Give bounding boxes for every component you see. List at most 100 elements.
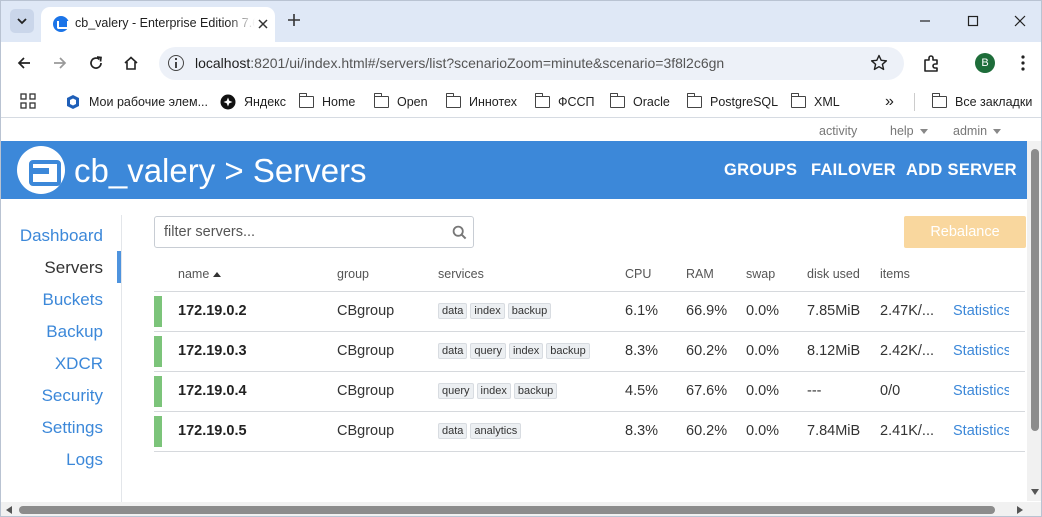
maximize-button[interactable] (958, 9, 988, 33)
extensions-puzzle-icon[interactable] (920, 52, 942, 74)
breadcrumb-separator: > (224, 152, 244, 189)
table-row[interactable]: 172.19.0.2 CBgroup data index backup 6.1… (154, 292, 1025, 332)
service-badge: analytics (470, 423, 522, 439)
folder-icon (931, 93, 947, 108)
horizontal-scrollbar-thumb[interactable] (19, 506, 995, 514)
bookmark-workspace[interactable]: Мои рабочие элем... (65, 93, 208, 111)
sidebar-item-settings[interactable]: Settings (42, 418, 103, 438)
tab-search-button[interactable] (10, 9, 34, 33)
table-row[interactable]: 172.19.0.5 CBgroup data analytics 8.3% 6… (154, 412, 1025, 452)
statistics-link[interactable]: Statistics (953, 423, 1009, 439)
bookmark-folder-postgresql[interactable]: PostgreSQL (686, 93, 778, 111)
back-button[interactable] (13, 52, 35, 74)
column-header-group[interactable]: group (337, 267, 369, 281)
sidebar-item-servers[interactable]: Servers (44, 258, 103, 278)
server-host[interactable]: 172.19.0.5 (178, 423, 247, 439)
service-badge: index (508, 343, 544, 359)
server-host[interactable]: 172.19.0.2 (178, 303, 247, 319)
scroll-down-arrow-icon[interactable] (1031, 489, 1039, 495)
help-menu[interactable]: help (890, 124, 928, 138)
table-row[interactable]: 172.19.0.4 CBgroup query index backup 4.… (154, 372, 1025, 412)
browser-tab-active[interactable]: cb_valery - Enterprise Edition 7.6.1 (41, 7, 275, 42)
statistics-link[interactable]: Statistics (953, 303, 1009, 319)
column-header-ram[interactable]: RAM (686, 267, 714, 281)
bookmarks-divider (914, 93, 915, 111)
cluster-name[interactable]: cb_valery (74, 152, 215, 189)
yandex-icon (220, 94, 236, 110)
page-name: Servers (252, 152, 367, 189)
close-window-icon (1014, 15, 1026, 27)
statistics-link[interactable]: Statistics (953, 383, 1009, 399)
items-value: 2.42K/... (880, 343, 935, 359)
items-value: 0/0 (880, 383, 901, 399)
services-list: query index backup (438, 383, 558, 399)
admin-menu[interactable]: admin (953, 124, 1002, 138)
vertical-scrollbar-thumb[interactable] (1031, 149, 1039, 431)
table-row[interactable]: 172.19.0.3 CBgroup data query index back… (154, 332, 1025, 372)
scroll-left-arrow-icon[interactable] (6, 506, 12, 514)
site-info-icon[interactable] (168, 55, 184, 71)
horizontal-scrollbar[interactable] (1, 502, 1041, 516)
statistics-link[interactable]: Statistics (953, 343, 1009, 359)
sidebar-item-backup[interactable]: Backup (46, 322, 103, 342)
bookmark-star-icon[interactable] (870, 54, 888, 72)
column-header-services[interactable]: services (438, 267, 484, 281)
filter-servers-input[interactable]: filter servers... (154, 216, 474, 248)
column-header-swap[interactable]: swap (746, 267, 775, 281)
search-icon (452, 225, 467, 240)
profile-avatar[interactable]: B (975, 53, 995, 73)
bookmark-folder-xml[interactable]: XML (790, 93, 840, 111)
minimize-button[interactable] (910, 9, 940, 33)
close-window-button[interactable] (1005, 9, 1035, 33)
address-bar[interactable]: localhost:8201/ui/index.html#/servers/li… (159, 47, 904, 80)
add-server-link[interactable]: ADD SERVER (906, 161, 1017, 180)
arrow-right-icon (54, 57, 67, 69)
activity-link[interactable]: activity (819, 124, 857, 138)
forward-button[interactable] (49, 52, 71, 74)
vertical-scrollbar[interactable] (1027, 141, 1041, 501)
home-button[interactable] (120, 52, 142, 74)
scroll-right-arrow-icon[interactable] (1017, 506, 1023, 514)
sidebar-item-dashboard[interactable]: Dashboard (20, 226, 103, 246)
server-group: CBgroup (337, 423, 395, 439)
sidebar-item-logs[interactable]: Logs (66, 450, 103, 470)
bookmark-folder-oracle[interactable]: Oracle (609, 93, 670, 111)
arrow-left-icon (17, 57, 30, 69)
bookmark-folder-open[interactable]: Open (373, 93, 428, 111)
swap-value: 0.0% (746, 383, 780, 399)
bookmark-all-bookmarks[interactable]: Все закладки (931, 93, 1032, 111)
server-group: CBgroup (337, 383, 395, 399)
couchbase-logo-icon[interactable] (17, 146, 65, 194)
column-header-cpu[interactable]: CPU (625, 267, 651, 281)
rebalance-button[interactable]: Rebalance (904, 216, 1026, 248)
column-header-disk-used[interactable]: disk used (807, 267, 860, 281)
folder-icon (445, 93, 461, 108)
service-badge: backup (513, 383, 558, 399)
sidebar-item-xdcr[interactable]: XDCR (55, 354, 103, 374)
folder-icon (534, 93, 550, 108)
items-value: 2.41K/... (880, 423, 935, 439)
column-header-items[interactable]: items (880, 267, 910, 281)
bookmark-folder-home[interactable]: Home (298, 93, 355, 111)
reload-button[interactable] (85, 52, 107, 74)
failover-link[interactable]: FAILOVER (811, 161, 896, 180)
apps-grid-icon[interactable] (20, 93, 36, 109)
bookmark-folder-innotech[interactable]: Иннотех (445, 93, 517, 111)
bookmark-folder-fssp[interactable]: ФССП (534, 93, 595, 111)
bookmarks-overflow-button[interactable]: » (885, 93, 894, 111)
server-host[interactable]: 172.19.0.4 (178, 383, 247, 399)
new-tab-plus-icon[interactable] (284, 10, 304, 30)
more-menu-icon[interactable] (1013, 53, 1033, 73)
server-host[interactable]: 172.19.0.3 (178, 343, 247, 359)
server-status-indicator (154, 296, 162, 327)
sidebar-item-security[interactable]: Security (42, 386, 103, 406)
minimize-icon (920, 20, 930, 22)
close-icon[interactable] (256, 17, 270, 31)
groups-link[interactable]: GROUPS (724, 161, 797, 180)
bookmark-yandex[interactable]: Яндекс (220, 93, 286, 111)
sidebar-divider (121, 215, 122, 505)
disk-used-value: 7.85MiB (807, 303, 861, 319)
column-header-name[interactable]: name (178, 267, 222, 281)
caret-down-icon (919, 129, 928, 135)
sidebar-item-buckets[interactable]: Buckets (43, 290, 103, 310)
